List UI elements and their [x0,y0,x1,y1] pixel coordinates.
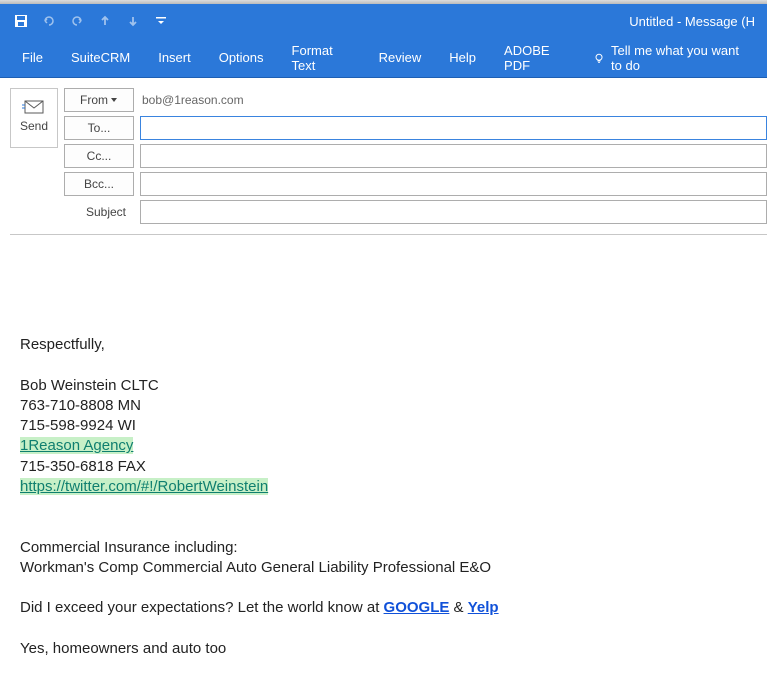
quick-access-toolbar [8,8,174,34]
sig-ci-list: Workman's Comp Commercial Auto General L… [20,558,757,578]
bcc-input[interactable] [140,172,767,196]
tab-insert[interactable]: Insert [144,38,205,78]
arrow-down-icon[interactable] [120,8,146,34]
sig-name: Bob Weinstein CLTC [20,376,757,396]
to-input[interactable] [140,116,767,140]
cc-row: Cc... [64,144,767,168]
bcc-row: Bcc... [64,172,767,196]
from-label: From [80,93,108,107]
tab-adobe-pdf[interactable]: ADOBE PDF [490,38,583,78]
lightbulb-icon [593,51,605,65]
from-button[interactable]: From [64,88,134,112]
send-button[interactable]: Send [10,88,58,148]
window-title: Untitled - Message (H [629,14,759,29]
sig-phone-mn: 763-710-8808 MN [20,396,757,416]
redo-icon[interactable] [64,8,90,34]
qat-customize-icon[interactable] [148,8,174,34]
tab-help[interactable]: Help [435,38,490,78]
save-icon[interactable] [8,8,34,34]
sig-phone-wi: 715-598-9924 WI [20,416,757,436]
tab-format-text[interactable]: Format Text [278,38,365,78]
from-value: bob@1reason.com [140,93,244,107]
sig-agency-link[interactable]: 1Reason Agency [20,437,133,454]
sig-homeowners: Yes, homeowners and auto too [20,639,757,659]
yelp-link[interactable]: Yelp [468,599,499,616]
send-label: Send [20,119,48,133]
from-row: From bob@1reason.com [64,88,767,112]
cc-input[interactable] [140,144,767,168]
tab-file[interactable]: File [8,38,57,78]
compose-header: Send From bob@1reason.com To... Cc... Bc… [0,78,767,224]
subject-input[interactable] [140,200,767,224]
header-fields: From bob@1reason.com To... Cc... Bcc... … [64,88,767,224]
sig-twitter-link[interactable]: https://twitter.com/#!/RobertWeinstein [20,478,268,495]
bcc-button[interactable]: Bcc... [64,172,134,196]
ribbon-tabs: File SuiteCRM Insert Options Format Text… [0,38,767,78]
envelope-send-icon [22,99,46,115]
undo-icon[interactable] [36,8,62,34]
google-link[interactable]: GOOGLE [384,599,450,616]
tell-me-label: Tell me what you want to do [611,43,749,73]
sig-ci-heading: Commercial Insurance including: [20,538,757,558]
chevron-down-icon [110,96,118,104]
tab-suitecrm[interactable]: SuiteCRM [57,38,144,78]
subject-row: Subject [64,200,767,224]
sig-exceed-line: Did I exceed your expectations? Let the … [20,598,757,618]
tell-me-search[interactable]: Tell me what you want to do [583,43,759,73]
body-content: Respectfully, Bob Weinstein CLTC 763-710… [20,255,757,659]
title-bar: Untitled - Message (H [0,4,767,38]
message-body[interactable]: Respectfully, Bob Weinstein CLTC 763-710… [10,234,767,664]
sig-respect: Respectfully, [20,335,757,355]
subject-label: Subject [64,200,134,224]
tab-review[interactable]: Review [365,38,436,78]
to-button[interactable]: To... [64,116,134,140]
to-row: To... [64,116,767,140]
arrow-up-icon[interactable] [92,8,118,34]
tab-options[interactable]: Options [205,38,278,78]
sig-fax: 715-350-6818 FAX [20,457,757,477]
cc-button[interactable]: Cc... [64,144,134,168]
